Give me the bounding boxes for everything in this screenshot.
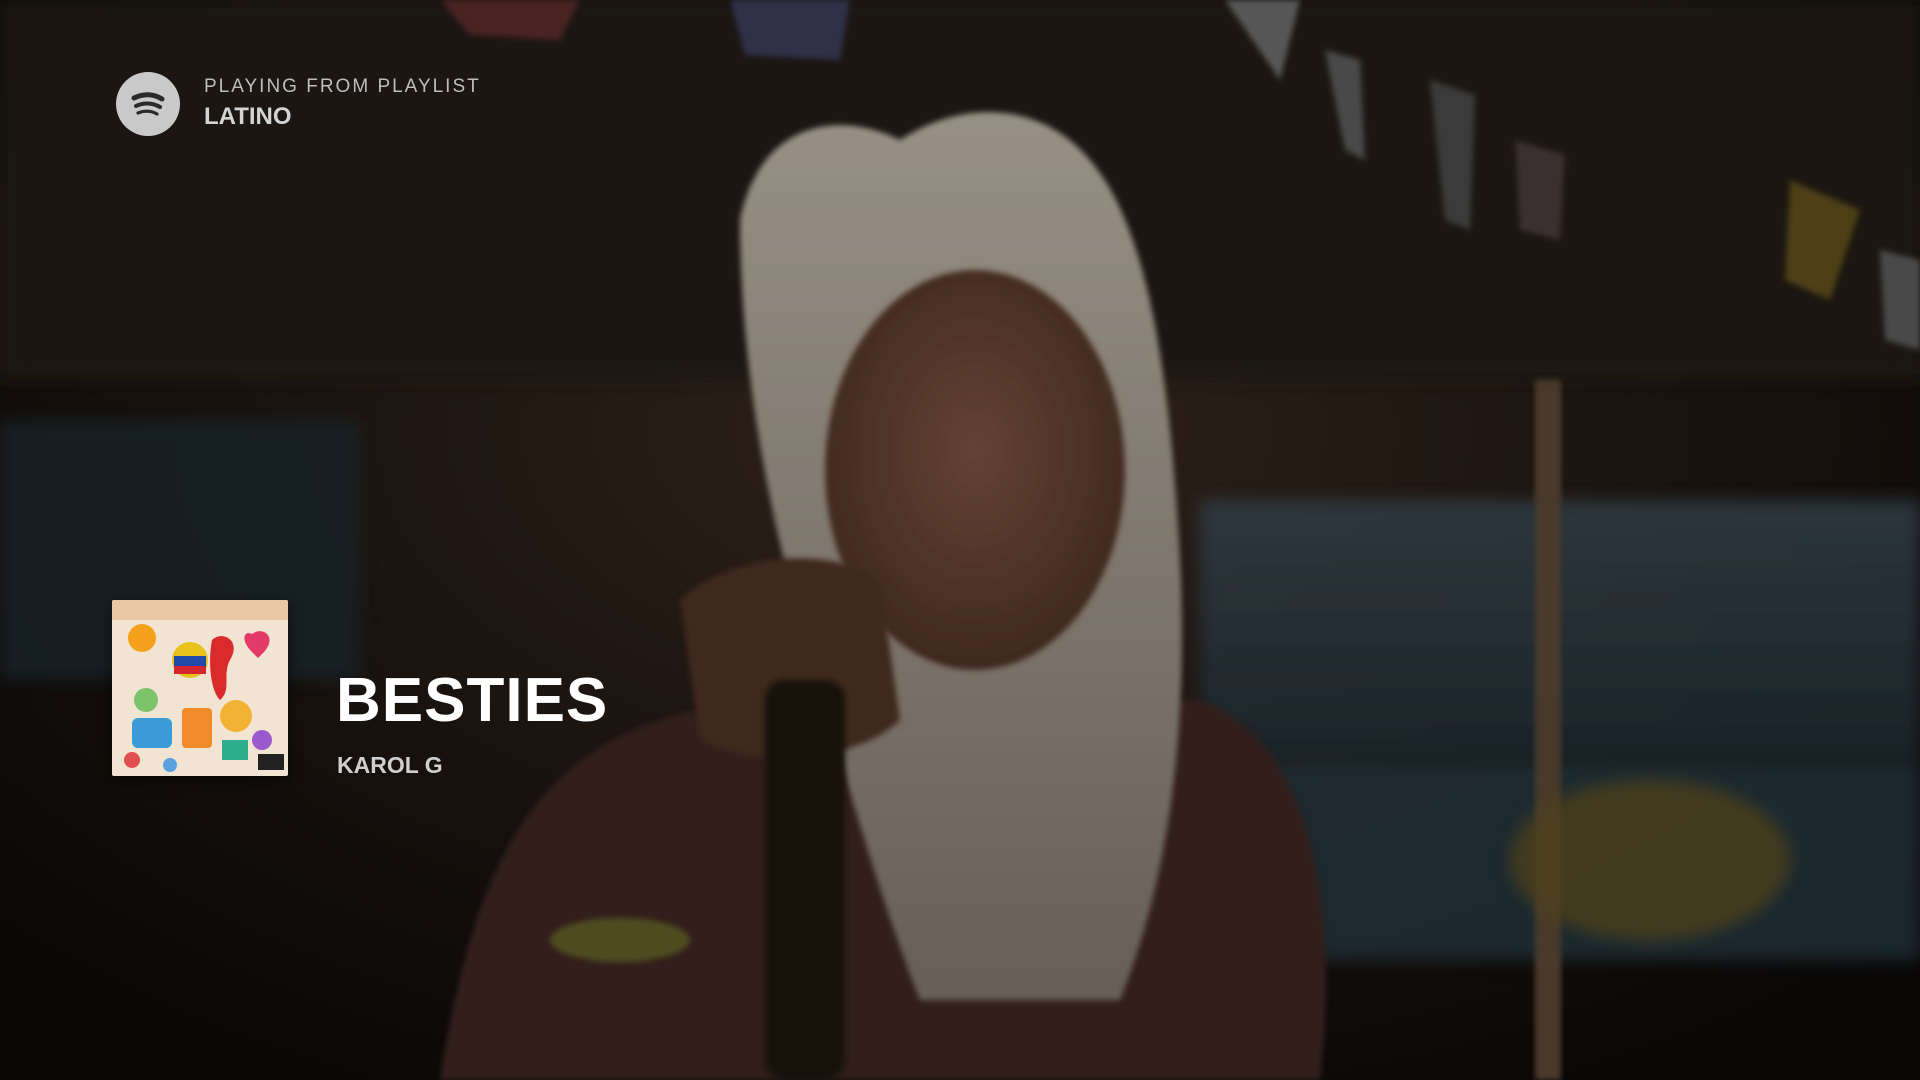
now-playing-screen: PLAYING FROM PLAYLIST LATINO BESTIES KAR… [0, 0, 1920, 1080]
album-cover [112, 600, 288, 776]
spotify-logo-icon [116, 72, 180, 136]
spotify-waves-icon [131, 92, 165, 116]
playback-context: PLAYING FROM PLAYLIST LATINO [116, 72, 481, 136]
playlist-name: LATINO [204, 103, 292, 130]
album-art-image [112, 600, 288, 776]
track-artist: KAROL G [337, 752, 443, 778]
context-label: PLAYING FROM PLAYLIST [204, 76, 481, 97]
background-dim-overlay [0, 0, 1920, 1080]
track-title: BESTIES [336, 666, 609, 735]
